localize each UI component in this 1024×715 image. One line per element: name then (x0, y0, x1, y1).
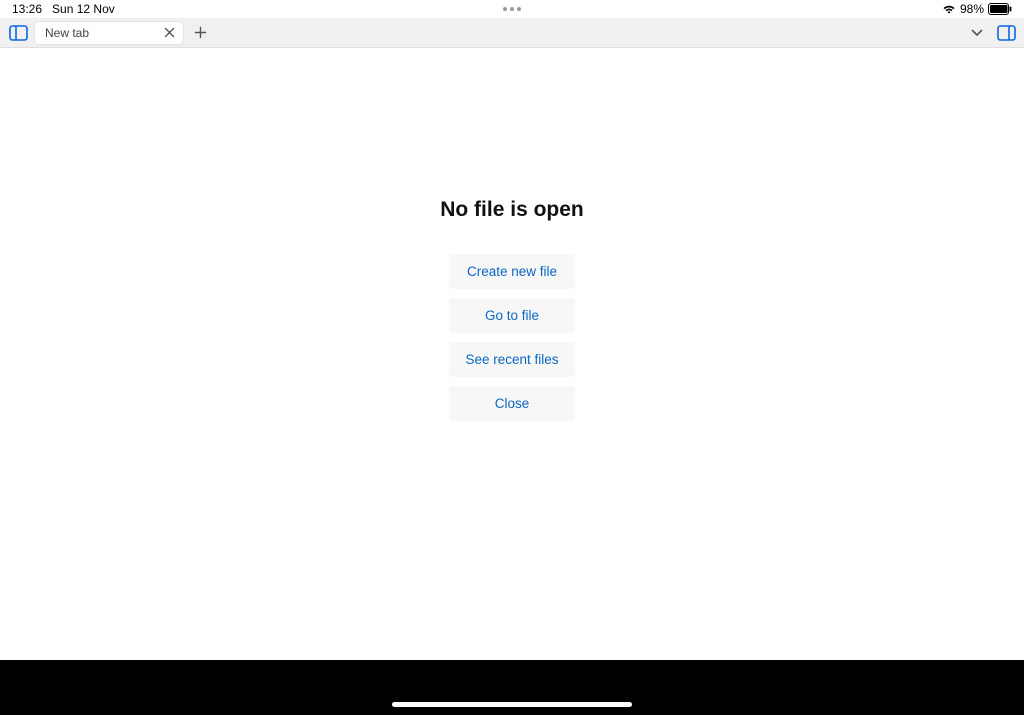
chevron-down-icon (971, 29, 983, 37)
status-left: 13:26 Sun 12 Nov (12, 2, 115, 16)
see-recent-files-button[interactable]: See recent files (449, 342, 575, 377)
status-time: 13:26 (12, 2, 42, 16)
close-button[interactable]: Close (449, 386, 575, 421)
battery-icon (988, 3, 1012, 15)
left-panel-toggle[interactable] (6, 21, 30, 45)
multitask-dots-icon[interactable] (503, 7, 521, 11)
status-bar: 13:26 Sun 12 Nov 98% (0, 0, 1024, 18)
close-icon (164, 27, 175, 38)
tab-close-button[interactable] (161, 25, 177, 41)
tab-new[interactable]: New tab (34, 21, 184, 45)
go-to-file-button[interactable]: Go to file (449, 298, 575, 333)
status-date: Sun 12 Nov (52, 2, 115, 16)
battery-percent: 98% (960, 2, 984, 16)
create-new-file-button[interactable]: Create new file (449, 254, 575, 289)
tab-label: New tab (45, 26, 89, 40)
bottom-bar (0, 660, 1024, 715)
new-tab-button[interactable] (188, 21, 212, 45)
panel-right-icon (997, 25, 1016, 41)
tab-bar: New tab (0, 18, 1024, 48)
main-content: No file is open Create new file Go to fi… (0, 48, 1024, 660)
right-panel-toggle[interactable] (994, 21, 1018, 45)
wifi-icon (942, 4, 956, 14)
empty-title: No file is open (440, 198, 584, 222)
panel-left-icon (9, 25, 28, 41)
tab-overflow-button[interactable] (966, 22, 988, 44)
empty-state: No file is open Create new file Go to fi… (440, 198, 584, 430)
home-indicator[interactable] (392, 702, 632, 707)
plus-icon (194, 26, 207, 39)
status-right: 98% (942, 2, 1012, 16)
